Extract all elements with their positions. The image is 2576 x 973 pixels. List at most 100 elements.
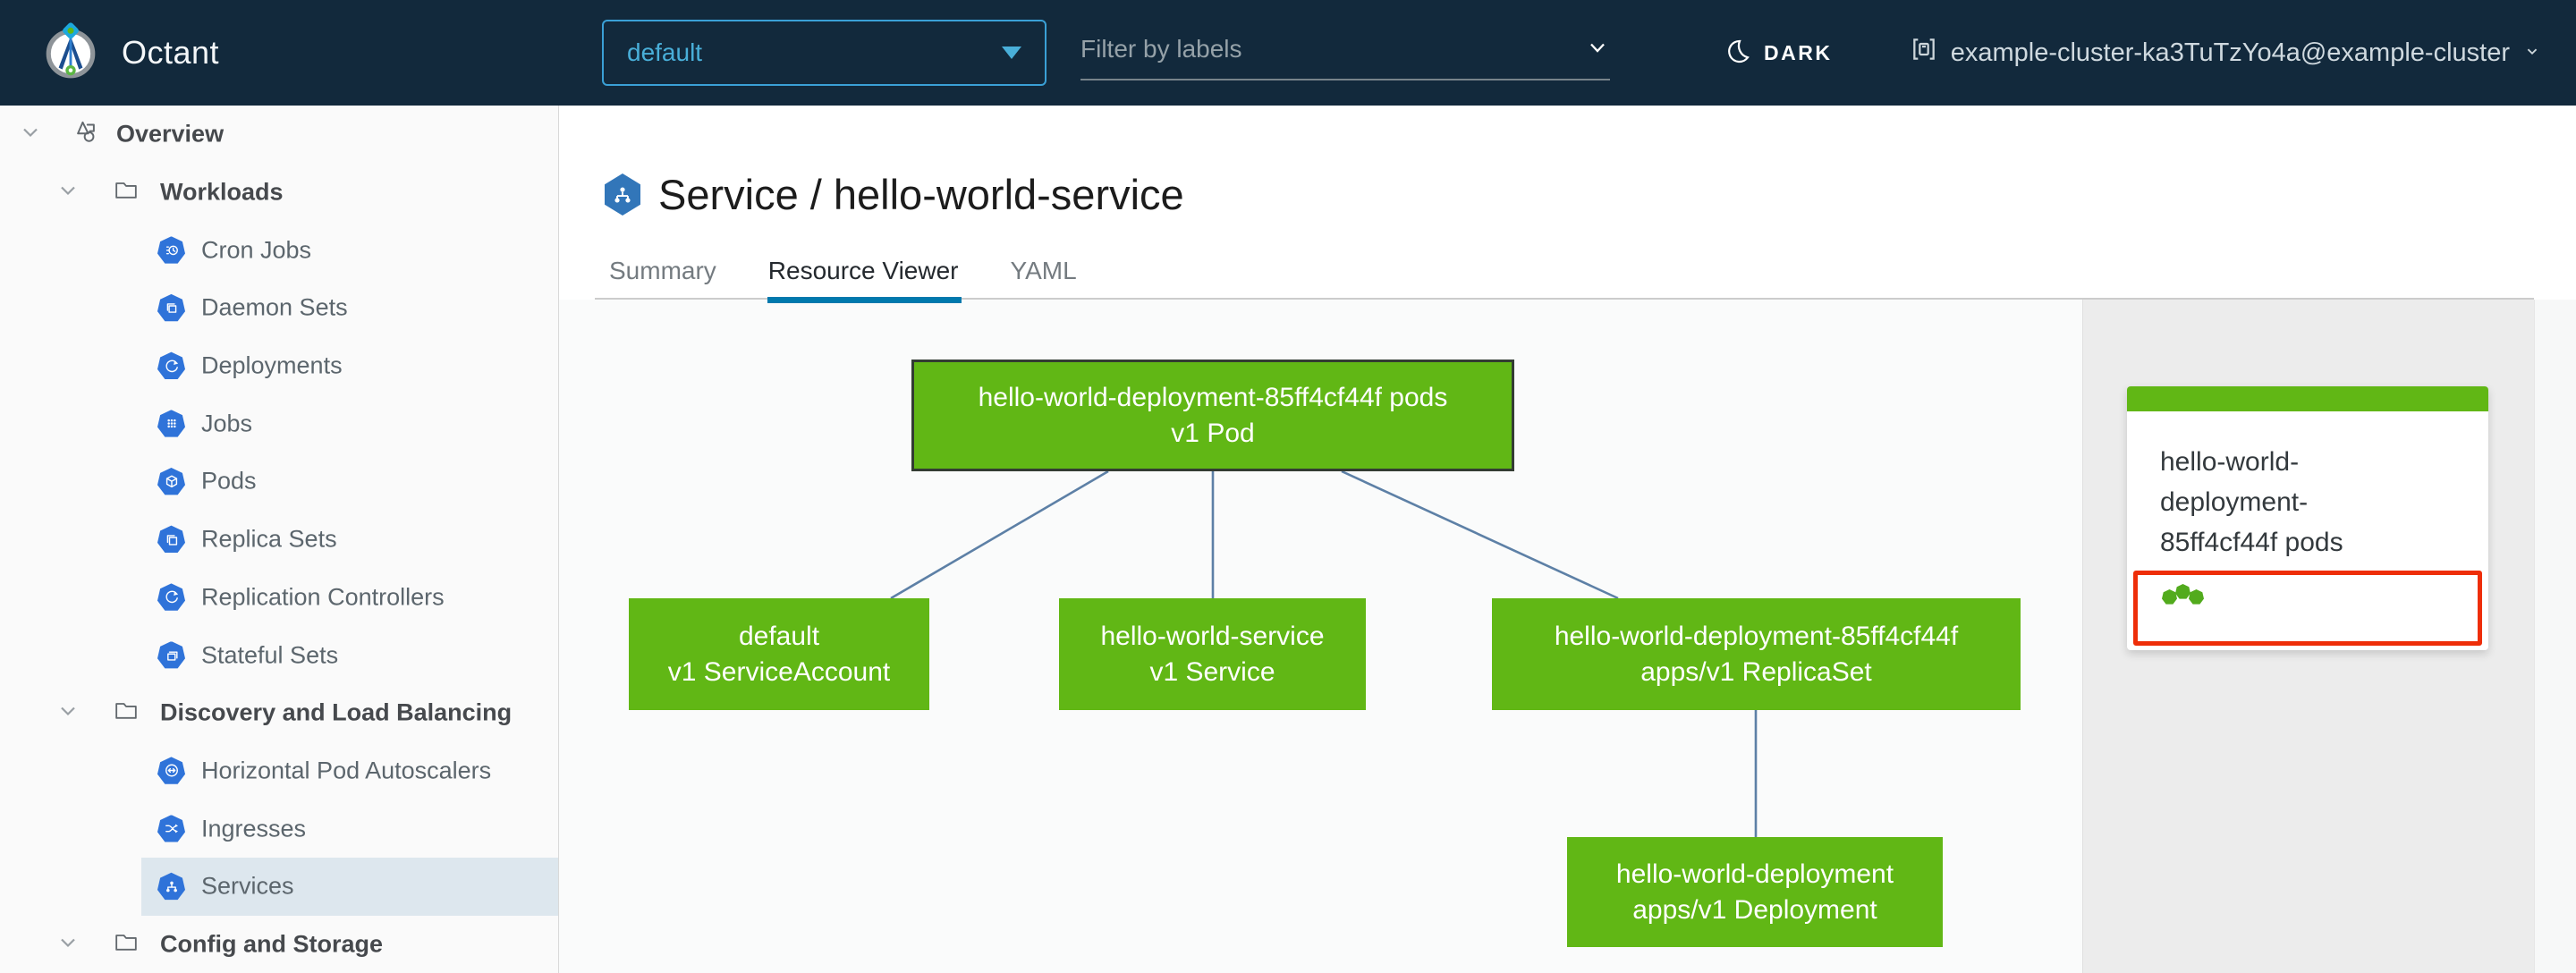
sidebar-item-workloads[interactable]: Workloads xyxy=(0,164,558,222)
graph-pane: hello-world-deployment-85ff4cf44f pods v1… xyxy=(559,300,2082,973)
graph-node-replicaset[interactable]: hello-world-deployment-85ff4cf44f apps/v1… xyxy=(1492,598,2021,710)
pod-status-dot xyxy=(2175,584,2190,599)
sidebar-item-config-and-storage[interactable]: Config and Storage xyxy=(0,916,558,973)
card-title-line: 85ff4cf44f pods xyxy=(2160,528,2343,557)
page-title-row: Service / hello-world-service xyxy=(605,170,1184,219)
sidebar-item-horizontal-pod-autoscalers[interactable]: Horizontal Pod Autoscalers xyxy=(0,742,558,800)
card-title-line: hello-world- xyxy=(2160,447,2300,477)
chevron-down-icon[interactable] xyxy=(57,700,79,726)
sidebar-item-label: Ingresses xyxy=(201,815,307,842)
pods-icon xyxy=(157,467,185,495)
card-status-accent xyxy=(2127,386,2488,411)
sidebar-item-deployments[interactable]: Deployments xyxy=(0,337,558,395)
sidebar-item-label: Pods xyxy=(201,467,257,495)
dropdown-caret-icon xyxy=(1002,47,1021,59)
sidebar-nav: Overview Workloads Cron Jobs Daemon Sets Dep… xyxy=(0,106,558,973)
chevron-down-icon[interactable] xyxy=(57,931,79,957)
node-name: hello-world-deployment-85ff4cf44f xyxy=(1554,621,1959,651)
chevron-down-icon xyxy=(2522,38,2542,68)
sidebar-item-replica-sets[interactable]: Replica Sets xyxy=(0,511,558,569)
cluster-context[interactable]: example-cluster-ka3TuTzYo4a@example-clus… xyxy=(1910,0,2542,106)
namespace-selector[interactable]: default xyxy=(602,20,1046,86)
sidebar-item-daemon-sets[interactable]: Daemon Sets xyxy=(0,279,558,337)
replicationcontrollers-icon xyxy=(157,583,185,611)
label-filter-input[interactable]: Filter by labels xyxy=(1080,20,1610,80)
sidebar-item-label: Stateful Sets xyxy=(201,641,339,669)
graph-node-pod[interactable]: hello-world-deployment-85ff4cf44f pods v1… xyxy=(911,360,1514,471)
pod-status-highlight-box xyxy=(2133,571,2482,646)
sidebar-item-cron-jobs[interactable]: Cron Jobs xyxy=(0,221,558,279)
node-kind: v1 ServiceAccount xyxy=(667,656,891,687)
node-name: hello-world-deployment xyxy=(1615,859,1894,889)
chevron-down-icon[interactable] xyxy=(57,180,79,206)
folder-icon xyxy=(113,698,140,729)
dark-mode-label: DARK xyxy=(1764,40,1833,64)
sidebar-item-label: Cron Jobs xyxy=(201,236,312,264)
node-kind: v1 Pod xyxy=(1171,418,1255,448)
sidebar-item-label: Horizontal Pod Autoscalers xyxy=(201,757,492,784)
sidebar-item-label: Config and Storage xyxy=(160,930,383,958)
jobs-icon xyxy=(157,410,185,437)
graph-node-service[interactable]: hello-world-service v1 Service xyxy=(1059,598,1366,710)
pod-status-dot xyxy=(2189,589,2204,605)
sidebar-item-label: Daemon Sets xyxy=(201,293,348,321)
namespace-value: default xyxy=(627,38,703,66)
sidebar-item-label: Jobs xyxy=(201,410,253,437)
sidebar-item-services[interactable]: Services xyxy=(0,857,558,916)
card-title-line: deployment- xyxy=(2160,487,2309,517)
node-kind: v1 Service xyxy=(1149,656,1275,687)
graph-node-deployment[interactable]: hello-world-deployment apps/v1 Deployment xyxy=(1567,837,1943,947)
sidebar-item-label: Discovery and Load Balancing xyxy=(160,698,513,726)
graph-node-serviceaccount[interactable]: default v1 ServiceAccount xyxy=(629,598,929,710)
hpa-icon xyxy=(157,757,185,784)
node-kind: apps/v1 Deployment xyxy=(1632,894,1877,925)
sidebar-item-ingresses[interactable]: Ingresses xyxy=(0,800,558,858)
sidebar-item-stateful-sets[interactable]: Stateful Sets xyxy=(0,626,558,684)
sidebar-item-overview[interactable]: Overview xyxy=(0,106,558,164)
moon-icon xyxy=(1724,38,1751,69)
dark-mode-toggle[interactable]: DARK xyxy=(1724,0,1832,106)
service-hexagon-icon xyxy=(605,173,640,216)
sidebar-item-pods[interactable]: Pods xyxy=(0,453,558,511)
applications-icon xyxy=(72,118,100,151)
folder-icon xyxy=(113,177,140,208)
app-header: Octant default Filter by labels DARK exa… xyxy=(0,0,2576,106)
tab-yaml[interactable]: YAML xyxy=(1011,255,1077,303)
sidebar-item-label: Workloads xyxy=(160,178,284,206)
node-name: default xyxy=(738,621,820,651)
tab-bar: Summary Resource Viewer YAML xyxy=(609,255,1129,303)
chevron-down-icon[interactable] xyxy=(20,122,41,148)
cluster-context-label: example-cluster-ka3TuTzYo4a@example-clus… xyxy=(1950,38,2510,67)
replicasets-icon xyxy=(157,525,185,554)
app-title: Octant xyxy=(122,34,220,71)
node-kind: apps/v1 ReplicaSet xyxy=(1640,656,1872,687)
tab-resource-viewer[interactable]: Resource Viewer xyxy=(767,255,962,303)
octant-logo xyxy=(41,21,100,85)
detail-panel: hello-world-deployment- 85ff4cf44f pods xyxy=(2082,300,2534,973)
brand: Octant xyxy=(41,0,219,106)
sidebar-item-discovery-and-load-balancing[interactable]: Discovery and Load Balancing xyxy=(0,684,558,742)
graph-edge-pod-serviceaccount xyxy=(890,470,1109,600)
content-scroll-gutter xyxy=(2534,300,2576,973)
graph-edge-pod-replicaset xyxy=(1341,470,1619,600)
selected-node-card: hello-world-deployment- 85ff4cf44f pods xyxy=(2127,386,2488,650)
sidebar-item-jobs[interactable]: Jobs xyxy=(0,394,558,453)
octant-app: Octant default Filter by labels DARK exa… xyxy=(0,0,2576,973)
sidebar-item-label: Replication Controllers xyxy=(201,583,445,611)
sidebar-item-replication-controllers[interactable]: Replication Controllers xyxy=(0,569,558,627)
sidebar-item-label: Services xyxy=(201,872,294,900)
services-icon xyxy=(157,872,185,901)
node-name: hello-world-service xyxy=(1100,621,1325,651)
sidebar-item-label: Replica Sets xyxy=(201,525,337,553)
cluster-icon xyxy=(1910,35,1938,71)
folder-icon xyxy=(113,928,140,960)
label-filter-placeholder: Filter by labels xyxy=(1080,35,1242,63)
deployments-icon xyxy=(157,351,185,380)
ingresses-icon xyxy=(157,815,185,842)
statefulsets-icon xyxy=(157,641,185,669)
sidebar: Overview Workloads Cron Jobs Daemon Sets Dep… xyxy=(0,106,559,973)
tab-summary[interactable]: Summary xyxy=(609,255,716,303)
daemonsets-icon xyxy=(157,293,185,322)
pod-status-dot xyxy=(2162,589,2177,605)
card-title: hello-world-deployment- 85ff4cf44f pods xyxy=(2160,442,2463,563)
